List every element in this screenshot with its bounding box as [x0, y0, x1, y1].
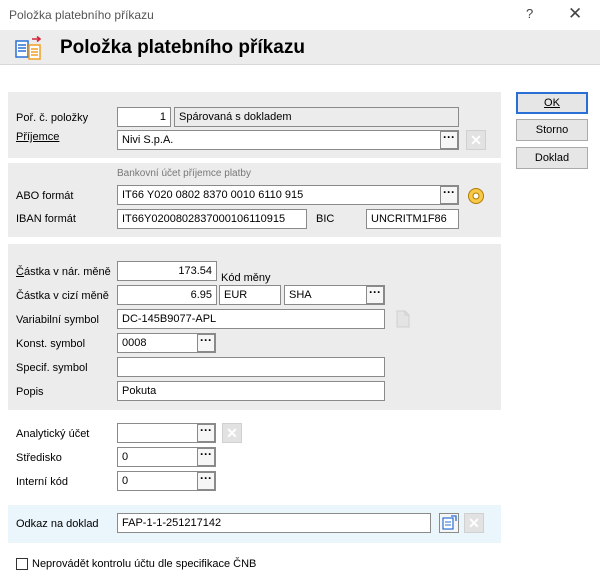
- skip-cnb-check-label: Neprovádět kontrolu účtu dle specifikace…: [32, 558, 257, 570]
- analytic-account-browse-button[interactable]: ···: [197, 424, 215, 442]
- amount-home-field[interactable]: 173.54: [117, 261, 217, 281]
- document-link-label: Odkaz na doklad: [16, 518, 99, 530]
- title-bar: Položka platebního příkazu ? ✕: [0, 0, 600, 30]
- payee-clear-icon[interactable]: ✕: [466, 130, 486, 150]
- payment-order-icon: [14, 35, 44, 62]
- internal-code-browse-button[interactable]: ···: [197, 472, 215, 490]
- variable-symbol-field[interactable]: DC-145B9077-APL: [117, 309, 385, 329]
- cost-center-browse-button[interactable]: ···: [197, 448, 215, 466]
- page-title: Položka platebního příkazu: [60, 37, 305, 58]
- pairing-status-field: Spárovaná s dokladem: [174, 107, 459, 127]
- payee-label: Příjemce: [16, 131, 60, 143]
- bic-label: BIC: [316, 213, 335, 225]
- document-icon[interactable]: [394, 310, 412, 328]
- bank-account-caption: Bankovní účet příjemce platby: [117, 168, 251, 179]
- currency-code-label: Kód měny: [221, 272, 271, 284]
- abo-browse-button[interactable]: ···: [440, 186, 458, 204]
- amount-home-label: Částka v nár. měně: [16, 266, 111, 278]
- document-link-field[interactable]: FAP-1-1-251217142: [117, 513, 431, 533]
- abo-format-label: ABO formát: [16, 190, 74, 202]
- gear-icon[interactable]: [466, 186, 486, 206]
- skip-cnb-check-checkbox[interactable]: [16, 558, 28, 570]
- internal-code-label: Interní kód: [16, 476, 68, 488]
- amount-foreign-field[interactable]: 6.95: [117, 285, 217, 305]
- help-button[interactable]: ?: [526, 6, 533, 21]
- iban-format-label: IBAN formát: [16, 213, 76, 225]
- amount-foreign-label: Částka v cizí měně: [16, 290, 109, 302]
- window-title: Položka platebního příkazu: [9, 8, 154, 22]
- close-button[interactable]: ✕: [568, 4, 582, 24]
- ok-button[interactable]: OK: [516, 92, 588, 114]
- cancel-button[interactable]: Storno: [516, 119, 588, 141]
- payee-field[interactable]: Nivi S.p.A.: [117, 130, 459, 150]
- document-button[interactable]: Doklad: [516, 147, 588, 169]
- item-order-label: Poř. č. položky: [16, 112, 89, 124]
- document-link-clear-icon[interactable]: ✕: [464, 513, 484, 533]
- dialog-header: Položka platebního příkazu: [0, 30, 600, 65]
- iban-format-field[interactable]: IT66Y0200802837000106110915: [117, 209, 307, 229]
- constant-symbol-browse-button[interactable]: ···: [197, 334, 215, 352]
- constant-symbol-label: Konst. symbol: [16, 338, 86, 350]
- item-order-field[interactable]: 1: [117, 107, 171, 127]
- analytic-account-label: Analytický účet: [16, 428, 90, 440]
- payee-browse-button[interactable]: ···: [440, 131, 458, 149]
- variable-symbol-label: Variabilní symbol: [16, 314, 99, 326]
- open-document-icon[interactable]: [439, 513, 459, 533]
- analytic-account-clear-icon[interactable]: ✕: [222, 423, 242, 443]
- description-label: Popis: [16, 386, 44, 398]
- specific-symbol-field[interactable]: [117, 357, 385, 377]
- fee-type-browse-button[interactable]: ···: [366, 286, 384, 304]
- abo-format-field[interactable]: IT66 Y020 0802 8370 0010 6110 915: [117, 185, 459, 205]
- cost-center-label: Středisko: [16, 452, 62, 464]
- specific-symbol-label: Specif. symbol: [16, 362, 88, 374]
- currency-field[interactable]: EUR: [219, 285, 281, 305]
- bic-field[interactable]: UNCRITM1F86: [366, 209, 459, 229]
- description-field[interactable]: Pokuta: [117, 381, 385, 401]
